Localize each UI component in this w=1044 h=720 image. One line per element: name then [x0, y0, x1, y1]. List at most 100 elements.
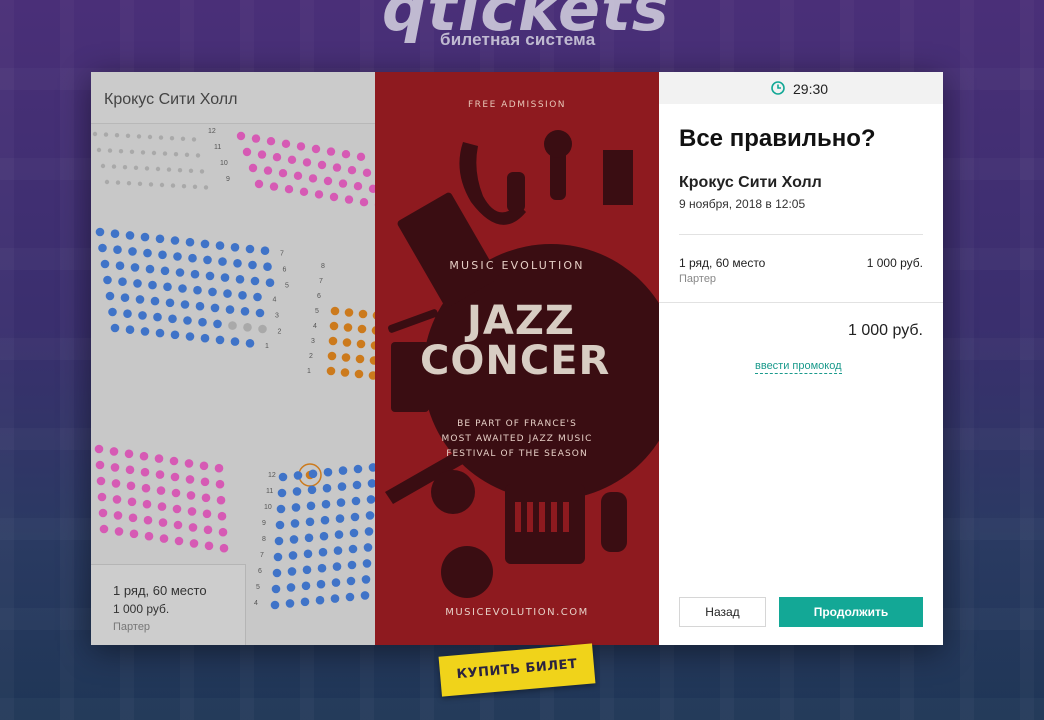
seat[interactable] [308, 174, 318, 183]
seat[interactable] [338, 466, 348, 475]
seat[interactable] [248, 260, 257, 270]
seat[interactable] [233, 259, 242, 268]
seat[interactable] [316, 579, 326, 589]
seat[interactable] [308, 469, 318, 479]
seat[interactable] [284, 185, 294, 194]
seat[interactable] [148, 280, 157, 290]
seat[interactable] [277, 488, 287, 498]
seat[interactable] [251, 134, 261, 143]
seat[interactable] [104, 179, 110, 185]
seat[interactable] [314, 190, 324, 199]
seat[interactable] [168, 314, 177, 324]
seat[interactable] [169, 136, 175, 141]
seat[interactable] [140, 327, 150, 336]
seat[interactable] [126, 181, 132, 186]
seat[interactable] [128, 513, 138, 523]
seat[interactable] [326, 366, 336, 376]
seat[interactable] [356, 152, 366, 161]
seat[interactable] [95, 227, 105, 237]
seat[interactable] [323, 467, 333, 477]
seat[interactable] [157, 502, 167, 511]
seat[interactable] [359, 198, 369, 207]
seat[interactable] [213, 319, 222, 329]
seat[interactable] [92, 131, 98, 137]
seat[interactable] [133, 165, 139, 170]
seat[interactable] [321, 499, 331, 509]
seat[interactable] [181, 184, 187, 189]
seat[interactable] [347, 560, 357, 570]
seat[interactable] [188, 523, 198, 532]
seat[interactable] [293, 171, 303, 180]
seat[interactable] [151, 150, 157, 156]
seat[interactable] [128, 247, 137, 256]
seat[interactable] [110, 323, 120, 333]
seat[interactable] [274, 536, 284, 546]
seat[interactable] [141, 483, 151, 493]
seat[interactable] [125, 325, 135, 334]
seat[interactable] [142, 499, 152, 509]
seat[interactable] [113, 511, 123, 520]
seat[interactable] [103, 275, 112, 285]
seat[interactable] [346, 576, 356, 586]
seat[interactable] [330, 306, 340, 316]
seat[interactable] [307, 485, 317, 495]
seat[interactable] [291, 503, 301, 512]
seat[interactable] [133, 279, 142, 288]
seat[interactable] [292, 487, 302, 496]
seat[interactable] [184, 152, 190, 157]
seat[interactable] [112, 495, 122, 504]
back-button[interactable]: Назад [679, 597, 766, 627]
seat[interactable] [187, 507, 197, 516]
seat[interactable] [327, 351, 337, 361]
seat[interactable] [300, 597, 310, 607]
seat[interactable] [360, 591, 370, 600]
seat[interactable] [335, 514, 345, 523]
seat[interactable] [144, 531, 154, 541]
seat[interactable] [123, 309, 132, 318]
seat[interactable] [180, 136, 186, 141]
seat[interactable] [263, 166, 273, 175]
seat[interactable] [203, 185, 209, 190]
seat[interactable] [367, 479, 375, 488]
seat[interactable] [126, 481, 136, 491]
seat[interactable] [273, 552, 283, 562]
seat[interactable] [138, 311, 147, 320]
seat[interactable] [285, 599, 295, 608]
seat[interactable] [163, 282, 172, 292]
seat[interactable] [320, 515, 330, 525]
seat[interactable] [173, 152, 179, 157]
seat[interactable] [278, 472, 288, 482]
seat[interactable] [147, 134, 153, 140]
seat[interactable] [218, 527, 228, 537]
seat[interactable] [215, 241, 225, 250]
seat[interactable] [242, 147, 252, 157]
seat[interactable] [329, 321, 339, 331]
seat[interactable] [340, 368, 350, 377]
seat[interactable] [185, 237, 195, 247]
seat[interactable] [204, 541, 214, 551]
seat[interactable] [354, 369, 364, 379]
seat[interactable] [303, 549, 313, 559]
seat[interactable] [216, 495, 226, 505]
seat[interactable] [185, 332, 195, 341]
seat[interactable] [189, 539, 199, 548]
seat[interactable] [171, 488, 181, 498]
seat[interactable] [155, 328, 165, 338]
seat[interactable] [129, 149, 135, 154]
seat[interactable] [328, 336, 338, 346]
seat[interactable] [143, 515, 153, 525]
seat[interactable] [362, 559, 372, 568]
seat[interactable] [254, 179, 264, 189]
seat[interactable] [130, 263, 140, 272]
seat[interactable] [358, 309, 368, 319]
seat[interactable] [185, 475, 195, 484]
seat[interactable] [129, 529, 139, 539]
seat[interactable] [334, 530, 344, 539]
seat[interactable] [193, 285, 202, 295]
seat[interactable] [342, 338, 352, 347]
seat[interactable] [243, 323, 252, 332]
seat[interactable] [341, 150, 351, 159]
seat[interactable] [287, 155, 297, 164]
seat[interactable] [103, 132, 109, 137]
seat[interactable] [230, 337, 240, 346]
